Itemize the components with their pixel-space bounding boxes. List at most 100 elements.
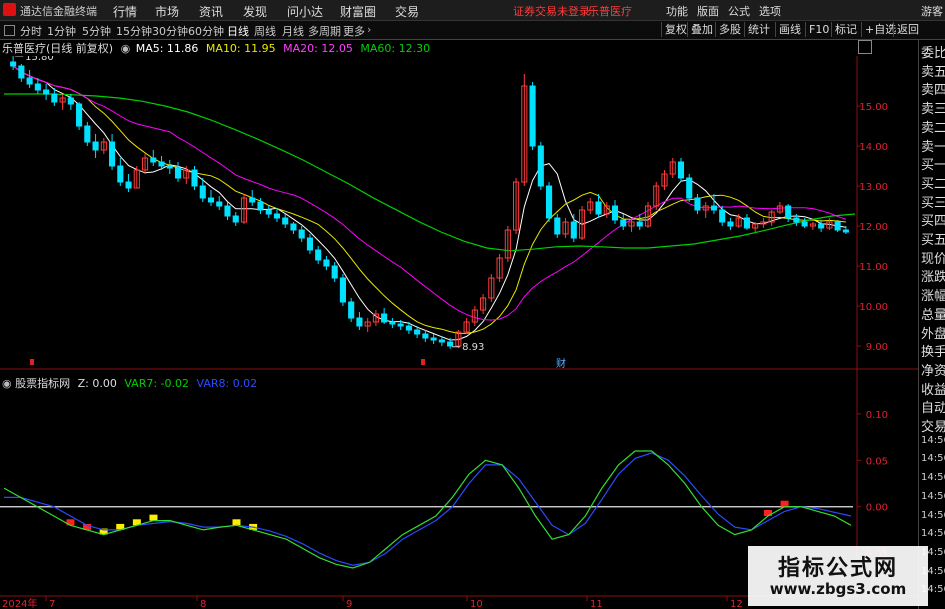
candle-body bbox=[381, 313, 388, 323]
candle-body bbox=[710, 205, 718, 211]
side-panel-label: 14:56 bbox=[921, 509, 945, 521]
candle-body bbox=[43, 89, 50, 95]
more-chevron-icon[interactable]: › bbox=[367, 23, 371, 36]
candle-body bbox=[249, 197, 256, 203]
period-intraday[interactable]: 分时 bbox=[20, 23, 42, 39]
side-panel-label: 委比 bbox=[921, 46, 945, 61]
period-30min[interactable]: 30分钟 bbox=[152, 23, 188, 39]
app-logo-icon bbox=[3, 3, 16, 16]
indicator-z: Z: 0.00 bbox=[77, 377, 117, 390]
side-panel-label: 14:56 bbox=[921, 472, 945, 484]
candle-body bbox=[207, 197, 215, 203]
signal-bar bbox=[780, 500, 789, 507]
candle-body bbox=[405, 325, 412, 331]
side-panel-label: 买五 bbox=[921, 233, 945, 248]
period-multi[interactable]: 多周期 bbox=[308, 23, 341, 39]
candle-body bbox=[323, 259, 330, 267]
watermark: 指标公式网 www.zbgs3.com bbox=[748, 546, 928, 606]
x-axis-label: 9 bbox=[346, 599, 352, 609]
tool-fuquan[interactable]: 复权 bbox=[661, 22, 690, 37]
menu-wenxiaoda[interactable]: 问小达 bbox=[287, 3, 323, 20]
candle-body bbox=[84, 125, 91, 143]
collapse-icon[interactable] bbox=[4, 25, 15, 36]
tool-overlay[interactable]: 叠加 bbox=[687, 22, 716, 37]
candle-body bbox=[18, 65, 25, 79]
menu-exchange[interactable]: 市场 bbox=[155, 3, 179, 20]
period-1min[interactable]: 1分钟 bbox=[47, 23, 76, 39]
x-axis-label: 10 bbox=[470, 599, 483, 609]
indicator-settings-icon[interactable]: ◉ bbox=[2, 377, 12, 390]
side-panel-label: 卖四 bbox=[921, 83, 945, 99]
side-panel-label: 现价 bbox=[921, 251, 945, 267]
candle-body bbox=[414, 329, 421, 335]
user-guest[interactable]: 游客 bbox=[921, 3, 943, 19]
candle-body bbox=[529, 85, 536, 147]
candle-body bbox=[686, 177, 693, 199]
indicator-header: ◉ 股票指标网 Z: 0.00 VAR7: -0.02 VAR8: 0.02 bbox=[2, 375, 257, 391]
side-panel-label: 卖三 bbox=[921, 102, 945, 118]
period-15min[interactable]: 15分钟 bbox=[116, 23, 152, 39]
candle-body bbox=[92, 141, 99, 151]
period-5min[interactable]: 5分钟 bbox=[82, 23, 111, 39]
app-title: 通达信金融终端 bbox=[20, 5, 97, 18]
tool-back[interactable]: 返回 bbox=[893, 22, 922, 37]
tool-statistics[interactable]: 统计 bbox=[744, 22, 773, 37]
login-warning[interactable]: 证券交易未登录 bbox=[513, 3, 590, 19]
signal-bar bbox=[149, 514, 158, 521]
ma60-line bbox=[4, 93, 856, 252]
stock-tag: 乐普医疗 bbox=[588, 5, 632, 18]
candle-body bbox=[257, 201, 264, 211]
indicator-axis-label: 0.10 bbox=[866, 410, 888, 421]
signal-bar bbox=[232, 519, 241, 526]
price-axis-label: 10.00 bbox=[859, 302, 888, 313]
candle-body bbox=[10, 61, 17, 67]
low-price-label: 8.93 bbox=[462, 342, 484, 353]
period-daily[interactable]: 日线 bbox=[227, 23, 249, 39]
window-restore-icon[interactable] bbox=[858, 40, 872, 54]
side-panel-label: 14:56 bbox=[921, 528, 945, 540]
menu-trade[interactable]: 交易 bbox=[395, 3, 419, 20]
price-axis-label: 14.00 bbox=[859, 142, 888, 153]
menu-wealth-circle[interactable]: 财富圈 bbox=[340, 3, 376, 20]
side-panel-label: 卖一 bbox=[921, 139, 945, 155]
menu-discover[interactable]: 发现 bbox=[243, 3, 267, 20]
tool-f10[interactable]: F10 bbox=[805, 22, 832, 37]
candle-body bbox=[801, 221, 808, 227]
period-monthly[interactable]: 月线 bbox=[282, 23, 304, 39]
period-more[interactable]: 更多 bbox=[343, 23, 365, 39]
candle-body bbox=[438, 339, 445, 343]
ma20-label: MA20: 12.05 bbox=[283, 42, 353, 55]
high-price-label: 15.80 bbox=[25, 56, 54, 63]
tool-multi-stock[interactable]: 多股 bbox=[715, 22, 744, 37]
event-marker bbox=[421, 359, 425, 365]
period-weekly[interactable]: 周线 bbox=[254, 23, 276, 39]
menu-market[interactable]: 行情 bbox=[113, 3, 137, 20]
candle-body bbox=[636, 221, 643, 227]
ma5-label: MA5: 11.86 bbox=[135, 42, 199, 55]
menu-function[interactable]: 功能 bbox=[666, 3, 688, 19]
candle-body bbox=[595, 201, 602, 215]
period-60min[interactable]: 60分钟 bbox=[188, 23, 224, 39]
side-panel-label: 涨跌 bbox=[921, 270, 945, 286]
menu-info[interactable]: 资讯 bbox=[199, 3, 223, 20]
candle-body bbox=[545, 185, 553, 219]
menu-layout[interactable]: 版面 bbox=[697, 3, 719, 19]
tool-draw[interactable]: 画线 bbox=[775, 22, 804, 37]
finance-marker: 财 bbox=[556, 357, 566, 370]
side-panel-label: 买三 bbox=[921, 195, 945, 211]
candle-body bbox=[174, 167, 182, 179]
candle-body bbox=[818, 223, 825, 229]
candle-body bbox=[290, 223, 297, 231]
candle-body bbox=[216, 201, 223, 207]
menu-formula[interactable]: 公式 bbox=[728, 3, 750, 19]
candle-body bbox=[150, 157, 157, 163]
candle-body bbox=[422, 333, 429, 339]
settings-circle-icon[interactable]: ◉ bbox=[121, 42, 131, 55]
candle-body bbox=[76, 103, 83, 127]
menu-options[interactable]: 选项 bbox=[759, 3, 781, 19]
tool-mark[interactable]: 标记 bbox=[831, 22, 860, 37]
candle-body bbox=[430, 337, 437, 341]
side-panel-label: 自动 bbox=[921, 401, 945, 417]
price-axis-label: 12.00 bbox=[859, 222, 888, 233]
ma10-label: MA10: 11.95 bbox=[205, 42, 276, 55]
